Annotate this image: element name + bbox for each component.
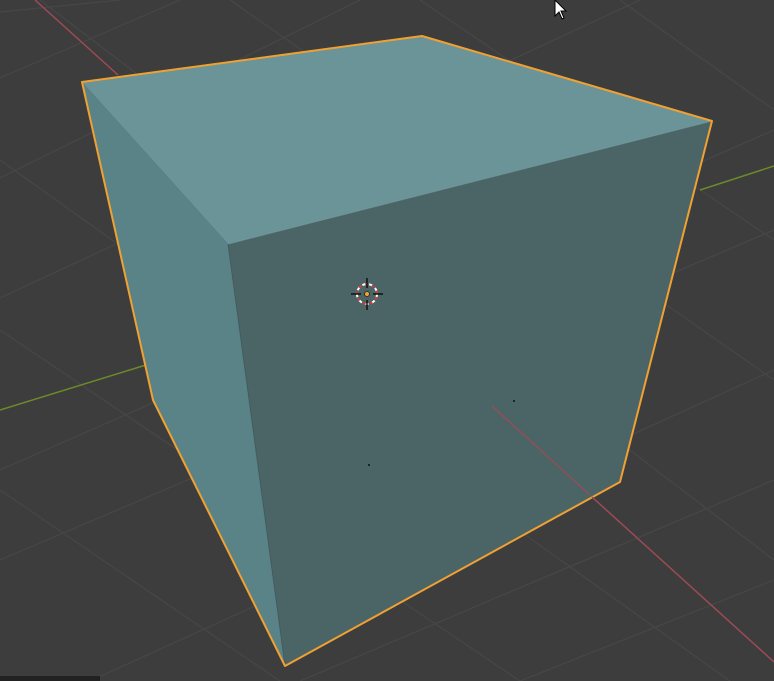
viewport-canvas[interactable]: [0, 0, 774, 681]
object-origin-icon: [364, 291, 370, 297]
vertex-dot: [513, 400, 515, 402]
3d-viewport[interactable]: [0, 0, 774, 681]
vertex-dot: [368, 464, 370, 466]
corner-panel: [0, 676, 100, 681]
